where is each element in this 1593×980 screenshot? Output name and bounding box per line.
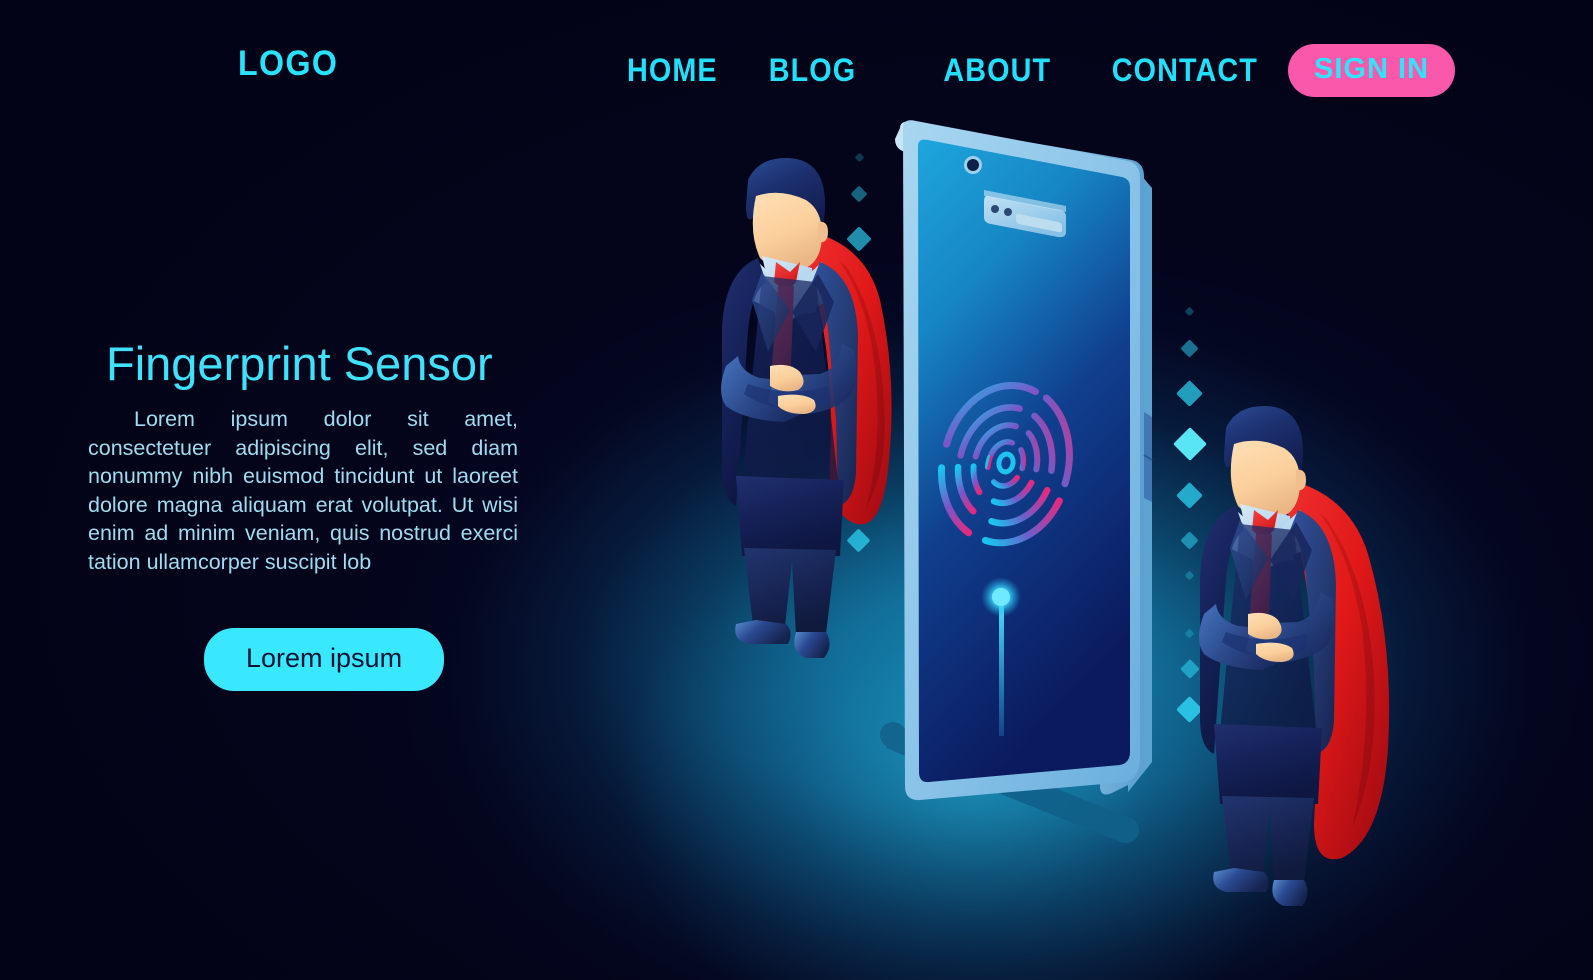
diamond bbox=[1180, 339, 1199, 358]
diamond-column-right bbox=[1168, 300, 1212, 723]
nav-item-about[interactable]: ABOUT bbox=[943, 52, 1094, 89]
diamond bbox=[1184, 628, 1195, 639]
diamond bbox=[843, 275, 875, 307]
hero-text-block: Fingerprint Sensor Lorem ipsum dolor sit… bbox=[88, 336, 558, 577]
diamond bbox=[1176, 696, 1203, 723]
diamond bbox=[1180, 659, 1200, 679]
diamond bbox=[854, 464, 865, 475]
landing-page: LOGO HOME BLOG ABOUT CONTACT SIGN IN Fin… bbox=[0, 0, 1593, 980]
nav-links: HOME BLOG ABOUT CONTACT SIGN IN bbox=[620, 44, 1455, 97]
diamond bbox=[854, 152, 865, 163]
diamond-column-left bbox=[840, 148, 880, 553]
nav-item-contact[interactable]: CONTACT bbox=[1112, 52, 1270, 89]
diamond bbox=[1176, 482, 1203, 509]
diamond bbox=[850, 493, 868, 511]
navbar: LOGO HOME BLOG ABOUT CONTACT SIGN IN bbox=[0, 0, 1593, 125]
nav-item-blog[interactable]: BLOG bbox=[769, 52, 927, 89]
cta-area: Lorem ipsum bbox=[204, 628, 445, 691]
page-title: Fingerprint Sensor bbox=[106, 337, 493, 390]
logo[interactable]: LOGO bbox=[238, 44, 338, 84]
diamond bbox=[1173, 427, 1207, 461]
diamond bbox=[846, 328, 872, 354]
cta-button[interactable]: Lorem ipsum bbox=[204, 628, 445, 691]
diamond bbox=[850, 185, 868, 203]
nav-item-home[interactable]: HOME bbox=[627, 52, 753, 89]
diamond bbox=[1184, 306, 1195, 317]
sign-in-button[interactable]: SIGN IN bbox=[1288, 44, 1455, 97]
diamond bbox=[846, 226, 872, 252]
hero-paragraph: Lorem ipsum dolor sit amet, consectetuer… bbox=[88, 407, 518, 574]
diamond bbox=[1176, 380, 1203, 407]
diamond bbox=[854, 414, 865, 425]
diamond bbox=[850, 375, 868, 393]
diamond bbox=[1180, 531, 1199, 550]
diamond bbox=[1184, 570, 1195, 581]
